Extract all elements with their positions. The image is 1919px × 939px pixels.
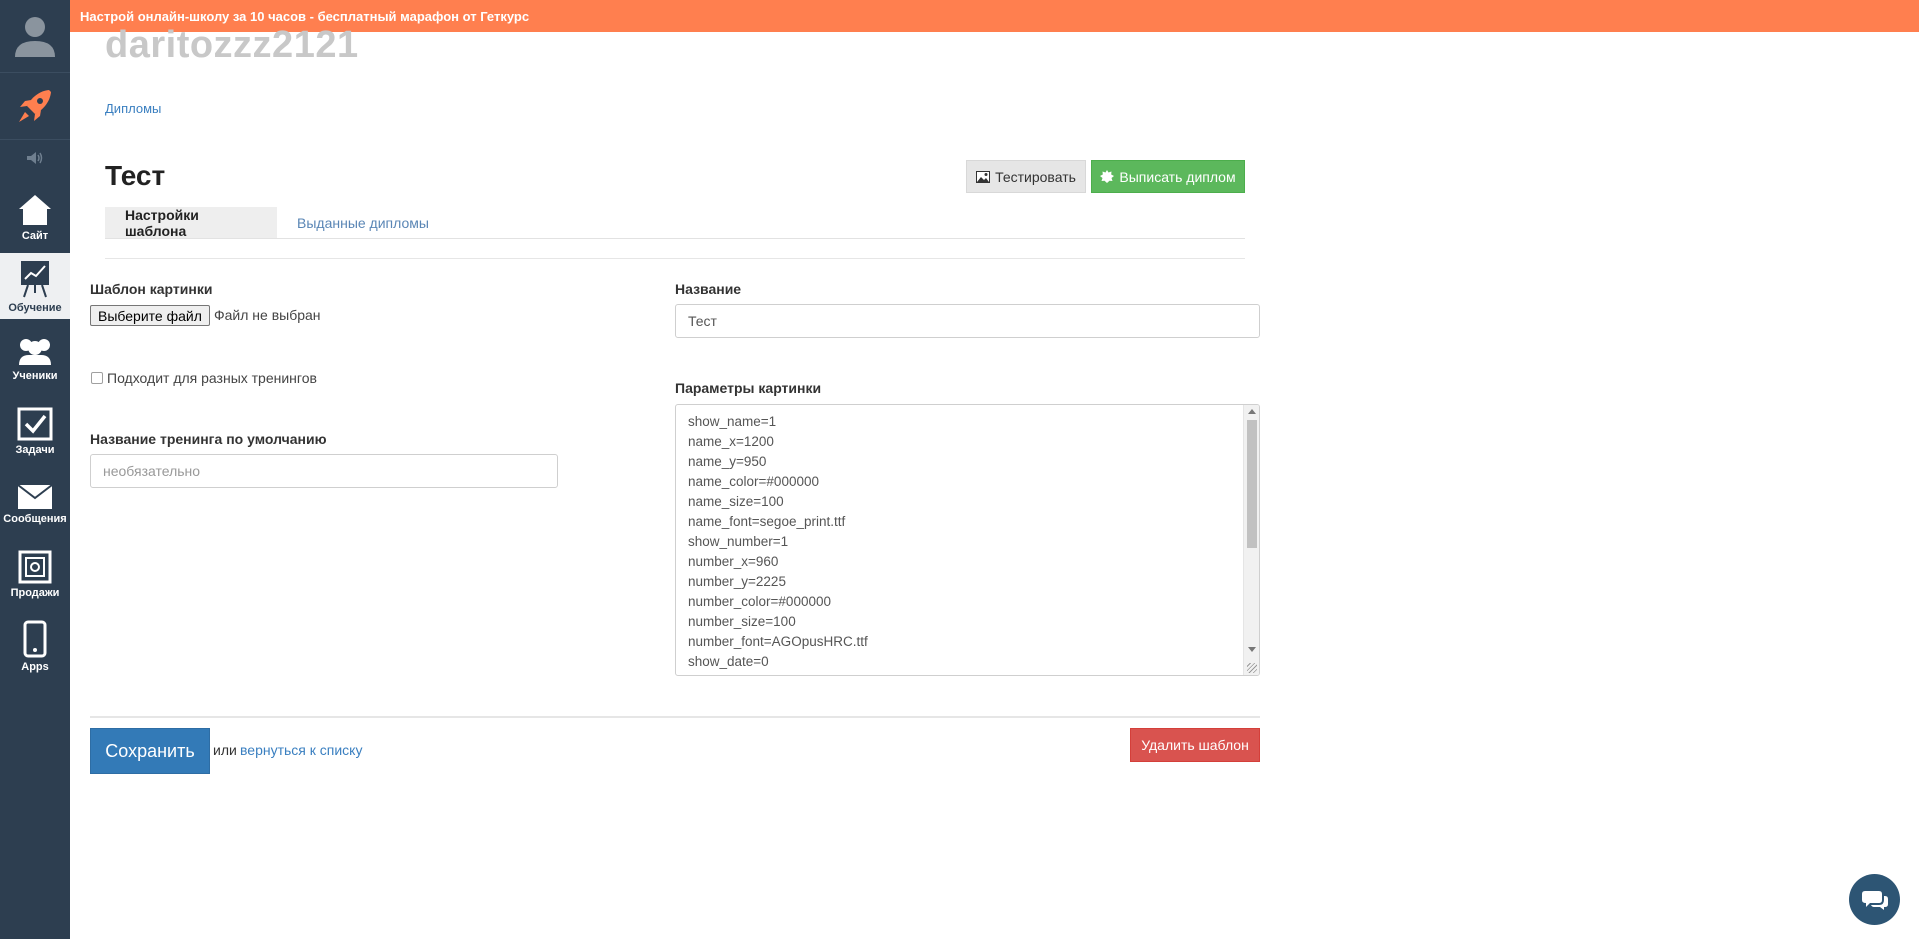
envelope-icon [17, 483, 53, 509]
users-icon [19, 338, 51, 365]
sidebar-item-label: Ученики [12, 369, 58, 382]
sidebar-item-label: Сайт [21, 229, 49, 242]
sidebar-item-students[interactable]: Ученики [0, 324, 70, 392]
default-training-label: Название тренинга по умолчанию [90, 431, 327, 447]
multi-training-checkbox[interactable] [91, 372, 103, 384]
choose-file-button[interactable]: Выберите файл [90, 305, 210, 326]
certificate-icon [1100, 169, 1115, 183]
sidebar-item-messages[interactable]: Сообщения [0, 470, 70, 538]
phone-icon [23, 620, 47, 657]
textarea-scrollbar[interactable] [1243, 405, 1259, 675]
params-label: Параметры картинки [675, 380, 822, 396]
user-avatar-icon [15, 17, 55, 57]
speaker-icon [27, 152, 43, 164]
params-textarea[interactable]: show_name=1 name_x=1200 name_y=950 name_… [675, 404, 1260, 676]
avatar[interactable] [0, 0, 70, 70]
rocket-logo[interactable] [0, 72, 70, 140]
sidebar-item-label: Задачи [15, 443, 55, 456]
name-input[interactable] [675, 304, 1260, 338]
sidebar-item-sales[interactable]: Продажи [0, 540, 70, 608]
speaker-toggle[interactable] [0, 146, 70, 170]
scroll-up-arrow-icon[interactable] [1248, 409, 1256, 414]
resize-grip-icon[interactable] [1247, 663, 1257, 673]
params-line: number_size=100 [688, 614, 796, 629]
delete-template-button[interactable]: Удалить шаблон [1130, 728, 1260, 762]
picture-icon [976, 170, 991, 183]
params-line: number_color=#000000 [688, 594, 831, 609]
sidebar-item-learning[interactable]: Обучение [0, 253, 70, 319]
home-icon [19, 194, 51, 225]
sidebar-item-label: Обучение [8, 301, 62, 314]
or-text: или [213, 742, 237, 758]
params-line: name_font=segoe_print.ttf [688, 514, 846, 529]
params-lines: show_name=1 name_x=1200 name_y=950 name_… [688, 412, 868, 672]
scroll-down-arrow-icon[interactable] [1248, 647, 1256, 652]
sidebar-item-tasks[interactable]: Задачи [0, 397, 70, 465]
back-to-list-link[interactable]: вернуться к списку [240, 742, 362, 758]
image-template-label: Шаблон картинки [90, 281, 213, 297]
params-line: show_date=0 [688, 654, 769, 669]
save-button[interactable]: Сохранить [90, 728, 210, 774]
rocket-icon [19, 90, 51, 122]
page-title: Тест [105, 160, 166, 191]
params-line: number_x=960 [688, 554, 779, 569]
sidebar-item-label: Продажи [10, 586, 60, 599]
checkbox-task-icon [17, 407, 53, 440]
safe-icon [18, 550, 52, 583]
tab-issued-diplomas[interactable]: Выданные дипломы [277, 207, 449, 238]
scroll-thumb[interactable] [1247, 420, 1257, 548]
sidebar-item-label: Apps [21, 660, 49, 673]
params-line: name_size=100 [688, 494, 784, 509]
issue-button-label: Выписать диплом [1119, 168, 1236, 185]
test-button-label: Тестировать [995, 168, 1076, 185]
chat-icon [1861, 890, 1888, 910]
chart-board-icon [21, 260, 49, 297]
sidebar-item-apps[interactable]: Apps [0, 612, 70, 680]
tab-template-settings[interactable]: Настройки шаблона [105, 207, 277, 239]
sidebar: Сайт Обучение Ученики Задачи Сообщения П… [0, 0, 70, 939]
account-title: daritozzz2121 [105, 24, 359, 66]
test-button[interactable]: Тестировать [966, 160, 1086, 193]
params-line: show_number=1 [688, 534, 789, 549]
tabs: Настройки шаблона Выданные дипломы [105, 207, 1245, 239]
params-line: number_y=2225 [688, 574, 786, 589]
params-line: show_name=1 [688, 414, 777, 429]
params-line: number_font=AGOpusHRC.ttf [688, 634, 868, 649]
params-line: name_x=1200 [688, 434, 774, 449]
form-divider [90, 716, 1260, 718]
default-training-input[interactable] [90, 454, 558, 488]
params-line: name_color=#000000 [688, 474, 819, 489]
chat-widget-button[interactable] [1849, 874, 1900, 925]
multi-training-label[interactable]: Подходит для разных тренингов [107, 370, 317, 386]
divider [105, 258, 1245, 259]
file-status: Файл не выбран [214, 307, 321, 323]
params-line: name_y=950 [688, 454, 767, 469]
issue-diploma-button[interactable]: Выписать диплом [1091, 160, 1245, 193]
sidebar-item-label: Сообщения [3, 512, 67, 525]
sidebar-item-site[interactable]: Сайт [0, 183, 70, 251]
breadcrumb-diplomas[interactable]: Дипломы [105, 101, 161, 116]
name-label: Название [675, 281, 742, 297]
